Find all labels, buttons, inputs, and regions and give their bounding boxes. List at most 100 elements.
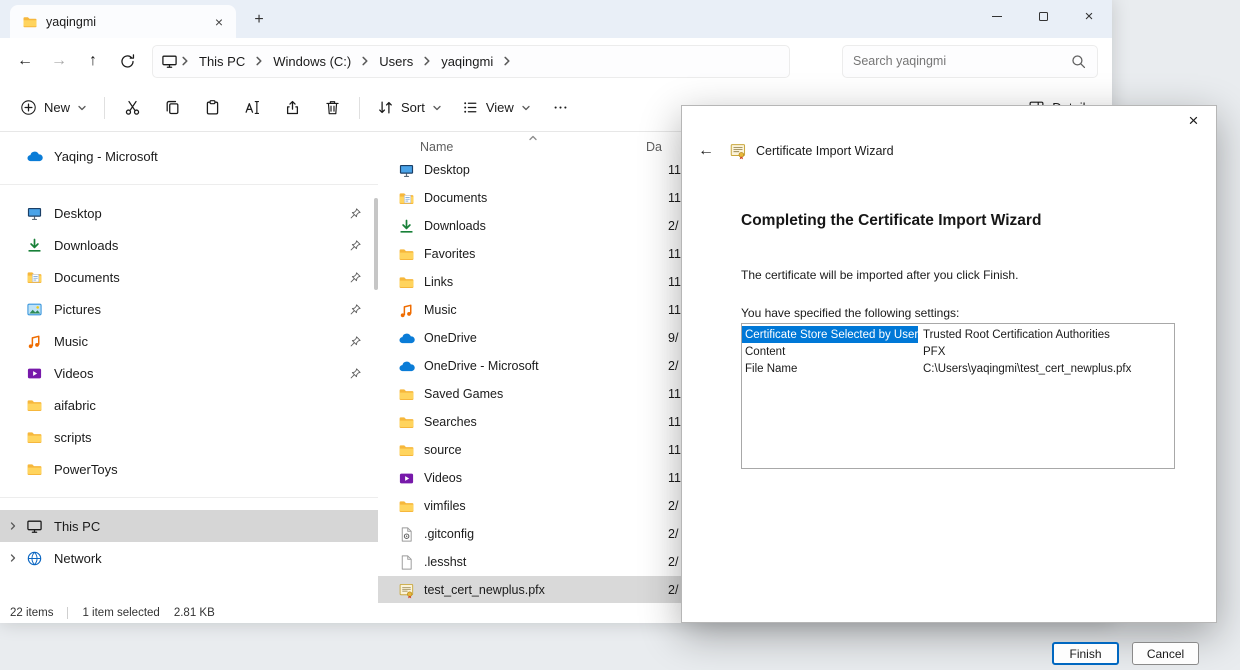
sidebar-item-music[interactable]: Music	[0, 325, 378, 357]
sidebar-item-network[interactable]: Network	[0, 542, 378, 574]
search-input[interactable]	[853, 54, 1062, 68]
new-button[interactable]: New	[10, 90, 97, 126]
finish-button[interactable]: Finish	[1052, 642, 1119, 665]
sidebar-item-aifabric[interactable]: aifabric	[0, 389, 378, 421]
sidebar-item-videos[interactable]: Videos	[0, 357, 378, 389]
sidebar-item-label: Yaqing - Microsoft	[54, 149, 158, 164]
status-divider	[67, 607, 68, 619]
sidebar-item-scripts[interactable]: scripts	[0, 421, 378, 453]
file-name: OneDrive	[424, 331, 668, 345]
wizard-heading: Completing the Certificate Import Wizard	[741, 212, 1175, 230]
file-name: Music	[424, 303, 668, 317]
copy-icon	[164, 99, 181, 116]
breadcrumb-item-windows-c[interactable]: Windows (C:)	[266, 50, 358, 73]
view-button[interactable]: View	[452, 90, 541, 126]
sidebar-item-this-pc[interactable]: This PC	[0, 510, 378, 542]
sort-button-label: Sort	[401, 100, 425, 115]
sidebar-divider	[0, 184, 378, 185]
tab-bar: yaqingmi × + ×	[0, 0, 1112, 38]
certificate-import-wizard-dialog: × ← Certificate Import Wizard Completing…	[681, 105, 1217, 623]
delete-button[interactable]	[312, 90, 352, 126]
network-icon	[26, 550, 43, 567]
explorer-tab[interactable]: yaqingmi ×	[10, 5, 236, 38]
sidebar-item-powertoys[interactable]: PowerToys	[0, 453, 378, 485]
breadcrumb-item-users[interactable]: Users	[372, 50, 420, 73]
toolbar-divider	[359, 97, 360, 119]
file-date: 2/	[668, 359, 678, 373]
file-date: 11	[668, 247, 681, 261]
desktop-icon	[26, 205, 43, 222]
file-icon	[398, 554, 415, 571]
tab-close-icon[interactable]: ×	[208, 11, 230, 33]
folder-icon	[22, 14, 38, 30]
paste-button[interactable]	[192, 90, 232, 126]
forward-button[interactable]: →	[42, 44, 76, 78]
pictures-icon	[26, 301, 43, 318]
sidebar-item-desktop[interactable]: Desktop	[0, 197, 378, 229]
sidebar-item-pictures[interactable]: Pictures	[0, 293, 378, 325]
maximize-button[interactable]	[1020, 0, 1066, 32]
copy-button[interactable]	[152, 90, 192, 126]
gearfile-icon	[398, 526, 415, 543]
sidebar-item-label: Videos	[54, 366, 94, 381]
file-name: Links	[424, 275, 668, 289]
sort-button[interactable]: Sort	[367, 90, 452, 126]
documents-icon	[398, 190, 415, 207]
sidebar-item-downloads[interactable]: Downloads	[0, 229, 378, 261]
paste-icon	[204, 99, 221, 116]
column-header-date[interactable]: Da	[646, 140, 662, 154]
expand-chevron-icon[interactable]	[8, 553, 18, 563]
setting-value: C:\Users\yaqingmi\test_cert_newplus.pfx	[918, 363, 1131, 375]
file-name: Saved Games	[424, 387, 668, 401]
sidebar-item-onedrive[interactable]: Yaqing - Microsoft	[0, 140, 378, 172]
cloud-icon	[398, 330, 415, 347]
window-controls: ×	[974, 0, 1112, 38]
cloud-icon	[26, 148, 43, 165]
close-button[interactable]: ×	[1066, 0, 1112, 32]
file-name: .gitconfig	[424, 527, 668, 541]
breadcrumb-separator-icon	[253, 55, 265, 67]
up-button[interactable]: ↑	[76, 44, 110, 78]
expand-chevron-icon[interactable]	[8, 521, 18, 531]
view-button-label: View	[486, 100, 514, 115]
wizard-intro-text: The certificate will be imported after y…	[741, 268, 1175, 282]
new-tab-button[interactable]: +	[246, 7, 272, 33]
breadcrumb-item-this-pc[interactable]: This PC	[192, 50, 252, 73]
share-icon	[284, 99, 301, 116]
dialog-close-button[interactable]: ×	[1171, 106, 1216, 136]
setting-row-content[interactable]: ContentPFX	[742, 343, 1174, 360]
pin-icon	[349, 271, 362, 284]
maximize-icon	[1039, 12, 1048, 21]
setting-row-certificate-store-selected-by-user[interactable]: Certificate Store Selected by UserTruste…	[742, 326, 1174, 343]
settings-list[interactable]: Certificate Store Selected by UserTruste…	[741, 323, 1175, 469]
wizard-back-button[interactable]: ←	[698, 142, 720, 160]
file-date: 2/	[668, 583, 678, 597]
sidebar-item-documents[interactable]: Documents	[0, 261, 378, 293]
file-name: Documents	[424, 191, 668, 205]
search-box[interactable]	[842, 45, 1098, 78]
rename-icon	[244, 99, 261, 116]
share-button[interactable]	[272, 90, 312, 126]
selection-size: 2.81 KB	[174, 607, 215, 619]
trash-icon	[324, 99, 341, 116]
folder-icon	[398, 246, 415, 263]
setting-row-file-name[interactable]: File NameC:\Users\yaqingmi\test_cert_new…	[742, 360, 1174, 377]
certificate-icon	[398, 582, 415, 599]
selection-count: 1 item selected	[82, 607, 159, 619]
more-options-button[interactable]	[541, 90, 581, 126]
sidebar-item-label: Documents	[54, 270, 120, 285]
chevron-down-icon	[521, 103, 531, 113]
chevron-down-icon	[77, 103, 87, 113]
file-date: 2/	[668, 527, 678, 541]
minimize-button[interactable]	[974, 0, 1020, 32]
refresh-button[interactable]	[110, 44, 144, 78]
videos-icon	[398, 470, 415, 487]
cancel-button[interactable]: Cancel	[1132, 642, 1199, 665]
folder-icon	[398, 442, 415, 459]
breadcrumb-item-yaqingmi[interactable]: yaqingmi	[434, 50, 500, 73]
back-button[interactable]: ←	[8, 44, 42, 78]
cut-button[interactable]	[112, 90, 152, 126]
address-bar[interactable]: This PC Windows (C:) Users yaqingmi	[152, 45, 790, 78]
rename-button[interactable]	[232, 90, 272, 126]
file-date: 11	[668, 443, 681, 457]
